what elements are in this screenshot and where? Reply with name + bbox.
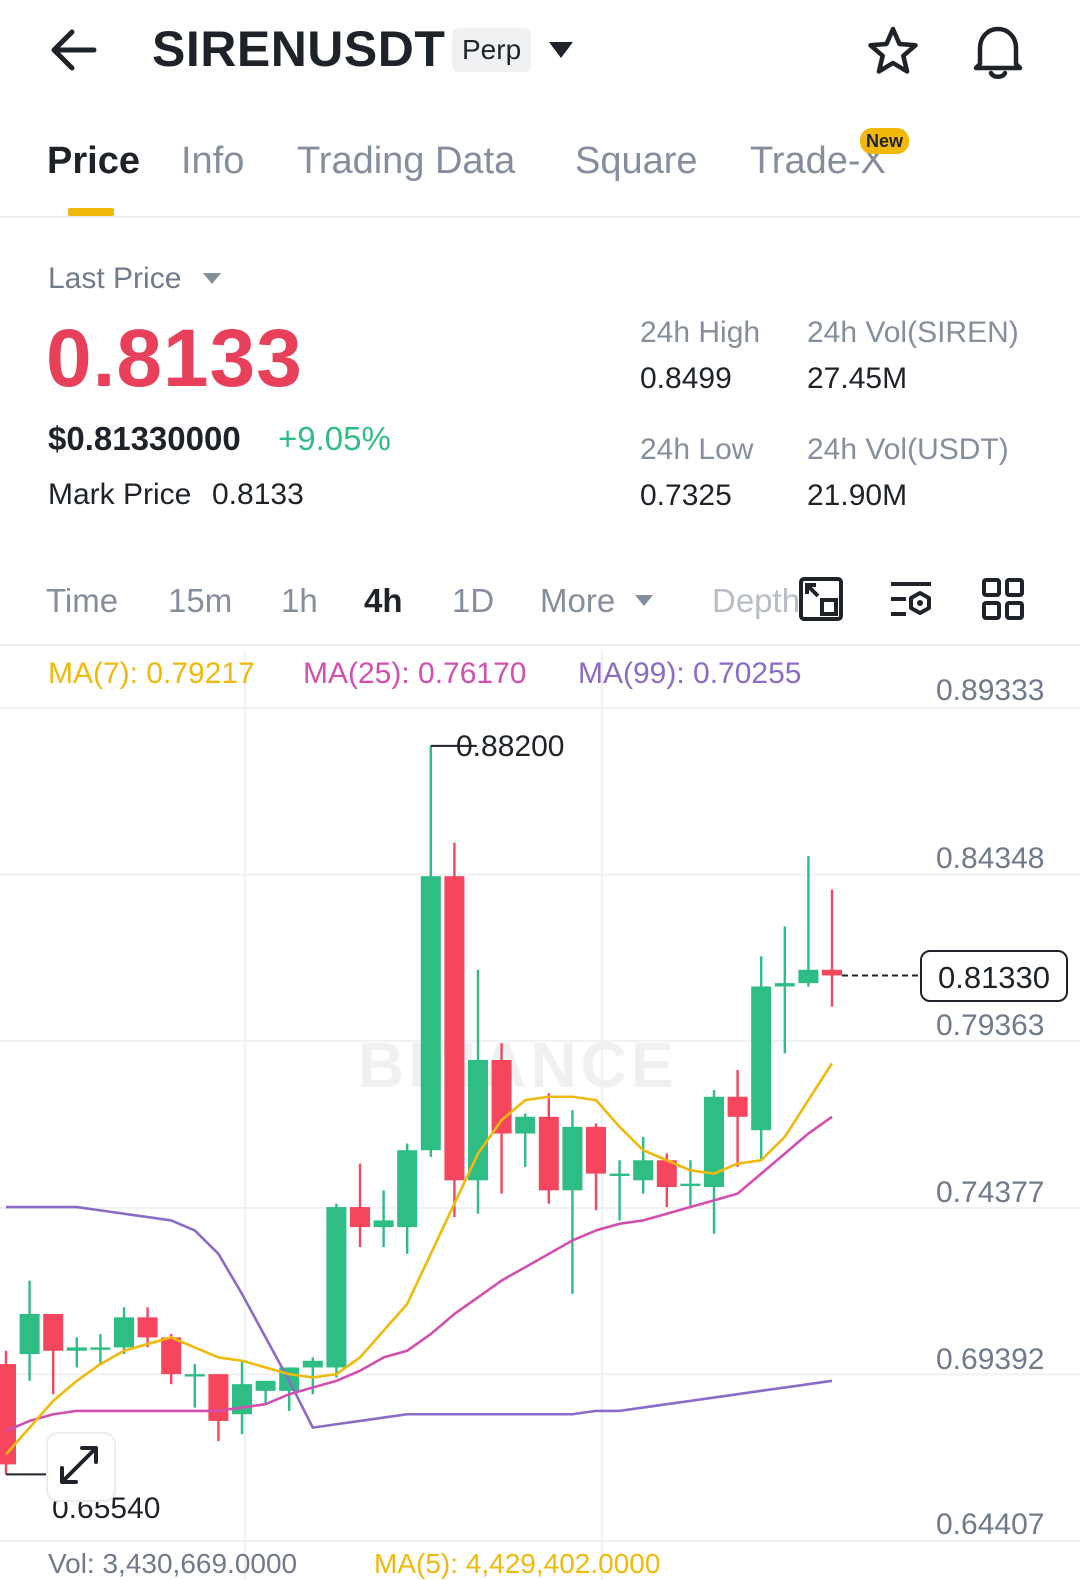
candle-body xyxy=(727,1096,748,1117)
candle-body xyxy=(562,1126,583,1191)
arrow-left-icon[interactable] xyxy=(44,22,104,78)
candle-body xyxy=(633,1160,654,1181)
depth-tab-clip: Depth xyxy=(712,576,798,622)
candle-body xyxy=(90,1347,111,1350)
candle-body xyxy=(43,1313,64,1351)
candle-body xyxy=(822,969,842,976)
candle-body xyxy=(680,1183,701,1187)
tab-trading-data[interactable]: Trading Data xyxy=(297,140,515,183)
price-change-percent: +9.05% xyxy=(278,420,391,457)
candle-body xyxy=(184,1374,205,1377)
caret-down-icon[interactable] xyxy=(546,38,576,62)
timeframe-more[interactable]: More xyxy=(540,582,615,620)
ma99-legend: MA(99): 0.70255 xyxy=(578,657,802,690)
stat-24h-high-value: 0.8499 xyxy=(640,362,732,395)
tab-active-indicator xyxy=(68,208,114,216)
timeframe-4h[interactable]: 4h xyxy=(364,582,403,620)
candle-body xyxy=(208,1374,229,1421)
stat-24h-vol-quote-value: 21.90M xyxy=(807,479,908,512)
timeframe-time[interactable]: Time xyxy=(46,582,118,620)
indicator-settings-icon[interactable] xyxy=(888,576,934,622)
price-axis-label: 0.79363 xyxy=(936,1009,1045,1042)
caret-down-icon[interactable] xyxy=(632,592,656,610)
expand-arrows-icon xyxy=(60,1446,98,1484)
stat-24h-vol-base-label: 24h Vol(SIREN) xyxy=(807,316,1019,349)
candlestick-chart[interactable] xyxy=(0,650,1080,1580)
candle-body xyxy=(255,1380,276,1391)
ma25-legend: MA(25): 0.76170 xyxy=(303,657,527,690)
timeframe-1h[interactable]: 1h xyxy=(281,582,318,620)
price-axis-label: 0.74377 xyxy=(936,1176,1045,1209)
stat-24h-high-label: 24h High xyxy=(640,316,761,349)
high-annotation: 0.88200 xyxy=(456,730,565,763)
perp-badge: Perp xyxy=(452,28,532,72)
new-badge: New xyxy=(860,128,910,154)
star-icon[interactable] xyxy=(864,24,922,80)
timeframe-1d[interactable]: 1D xyxy=(452,582,494,620)
candle-body xyxy=(397,1150,418,1228)
stat-24h-low-value: 0.7325 xyxy=(640,479,732,512)
last-price-value: 0.8133 xyxy=(46,313,303,404)
price-axis-label: 0.69392 xyxy=(936,1343,1045,1376)
caret-down-icon[interactable] xyxy=(200,270,224,288)
tabs-divider xyxy=(0,216,1080,218)
candle-body xyxy=(420,876,441,1151)
candle-body xyxy=(66,1347,87,1351)
candle-body xyxy=(751,986,772,1131)
symbol-title[interactable]: SIRENUSDT xyxy=(152,20,445,78)
candle-body xyxy=(586,1126,606,1174)
grid-layout-icon[interactable] xyxy=(980,576,1026,622)
last-price-label[interactable]: Last Price xyxy=(48,262,181,296)
candle-body xyxy=(491,1060,512,1134)
candle-body xyxy=(373,1220,394,1228)
candle-body xyxy=(114,1317,134,1348)
price-axis-label: 0.64407 xyxy=(936,1508,1045,1541)
candle-body xyxy=(609,1173,630,1177)
candle-body xyxy=(326,1207,347,1368)
volume-ma5-label: MA(5): 4,429,402.0000 xyxy=(374,1548,661,1579)
candle-body xyxy=(444,876,465,1181)
stat-24h-vol-quote-label: 24h Vol(USDT) xyxy=(807,433,1009,466)
price-axis-label: 0.84348 xyxy=(936,842,1045,875)
expand-chart-button[interactable] xyxy=(46,1432,116,1502)
candle-body xyxy=(137,1317,158,1338)
tab-info[interactable]: Info xyxy=(181,140,244,183)
tab-price[interactable]: Price xyxy=(47,140,140,183)
timeframe-depth[interactable]: Depth xyxy=(712,582,798,620)
candle-body xyxy=(774,983,795,987)
candle-body xyxy=(468,1060,488,1181)
candle-body xyxy=(161,1337,182,1375)
candle-body xyxy=(302,1360,323,1368)
tab-square[interactable]: Square xyxy=(575,140,698,183)
stat-24h-vol-base-value: 27.45M xyxy=(807,362,908,395)
price-axis-label: 0.89333 xyxy=(936,674,1045,707)
candle-body xyxy=(798,969,819,984)
volume-label: Vol: 3,430,669.0000 xyxy=(48,1548,298,1579)
fullscreen-chart-icon[interactable] xyxy=(798,576,844,622)
candle-body xyxy=(515,1116,536,1134)
bell-icon[interactable] xyxy=(968,20,1028,82)
candle-body xyxy=(0,1364,16,1465)
stat-24h-low-label: 24h Low xyxy=(640,433,754,466)
candle-body xyxy=(538,1116,559,1191)
ma7-legend: MA(7): 0.79217 xyxy=(48,657,255,690)
candle-body xyxy=(19,1313,40,1355)
candle-body xyxy=(350,1207,370,1228)
last-price-tag: 0.81330 xyxy=(920,950,1068,1002)
usd-price: $0.81330000 xyxy=(48,420,241,457)
mark-price-label: Mark Price xyxy=(48,478,192,511)
timeframe-divider xyxy=(0,644,1080,646)
timeframe-15m[interactable]: 15m xyxy=(168,582,232,620)
mark-price-value: 0.8133 xyxy=(212,478,304,511)
